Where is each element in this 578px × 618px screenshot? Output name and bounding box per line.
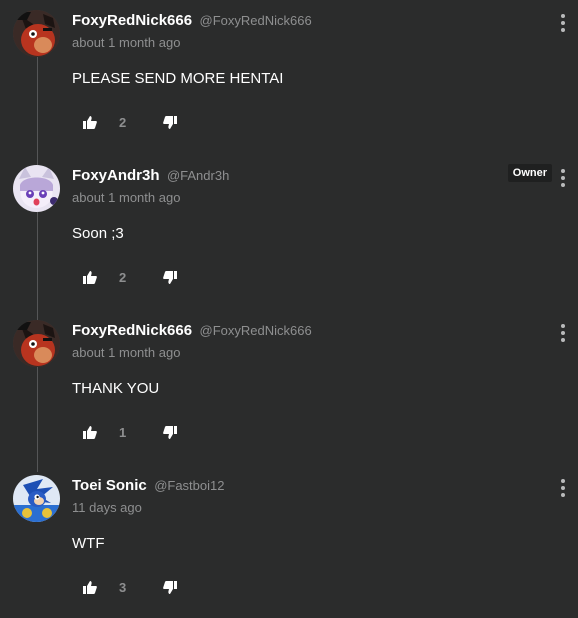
like-count: 1 [119,424,127,440]
timestamp[interactable]: about 1 month ago [72,190,180,205]
like-count: 2 [119,114,127,130]
timestamp[interactable]: 11 days ago [72,500,142,515]
comment: FoxyRedNick666 @FoxyRedNick666 about 1 m… [0,0,578,150]
author-name[interactable]: FoxyRedNick666 [72,322,192,339]
dislike-button[interactable] [160,112,180,132]
like-button[interactable] [80,577,100,597]
comment-actions: 2 [80,267,180,287]
dislike-button[interactable] [160,267,180,287]
author-name[interactable]: FoxyAndr3h [72,167,160,184]
more-menu-button[interactable] [559,479,567,497]
owner-badge: Owner [507,164,552,182]
author-handle[interactable]: @FAndr3h [167,168,229,183]
comment: FoxyRedNick666 @FoxyRedNick666 about 1 m… [0,310,578,460]
comment: FoxyAndr3h @FAndr3h about 1 month ago So… [0,155,578,305]
dislike-button[interactable] [160,577,180,597]
timestamp[interactable]: about 1 month ago [72,35,180,50]
comment-actions: 3 [80,577,180,597]
more-vertical-icon [561,324,565,328]
comment-text: WTF [72,535,105,552]
dislike-button[interactable] [160,422,180,442]
comment-text: PLEASE SEND MORE HENTAI [72,70,284,87]
like-button[interactable] [80,422,100,442]
thumbs-down-icon [163,270,177,284]
thumbs-up-icon [83,580,97,594]
more-menu-button[interactable] [559,324,567,342]
avatar[interactable] [13,475,60,522]
comment-actions: 2 [80,112,180,132]
avatar[interactable] [13,320,60,367]
more-vertical-icon [561,169,565,173]
author-name[interactable]: FoxyRedNick666 [72,12,192,29]
more-menu-button[interactable] [559,169,567,187]
thumbs-down-icon [163,115,177,129]
more-menu-button[interactable] [559,14,567,32]
like-button[interactable] [80,112,100,132]
thumbs-down-icon [163,580,177,594]
comment-actions: 1 [80,422,180,442]
comment-header: Toei Sonic @Fastboi12 [72,477,224,495]
author-name[interactable]: Toei Sonic [72,477,147,494]
thumbs-up-icon [83,425,97,439]
comment: Toei Sonic @Fastboi12 11 days ago WTF 3 [0,465,578,615]
like-count: 3 [119,579,127,595]
comment-header: FoxyRedNick666 @FoxyRedNick666 [72,12,312,30]
author-handle[interactable]: @Fastboi12 [154,478,224,493]
more-vertical-icon [561,14,565,18]
comment-header: FoxyRedNick666 @FoxyRedNick666 [72,322,312,340]
avatar[interactable] [13,10,60,57]
like-count: 2 [119,269,127,285]
like-button[interactable] [80,267,100,287]
avatar[interactable] [13,165,60,212]
author-handle[interactable]: @FoxyRedNick666 [200,13,312,28]
more-vertical-icon [561,479,565,483]
thumbs-up-icon [83,270,97,284]
thumbs-down-icon [163,425,177,439]
comment-text: Soon ;3 [72,225,124,242]
comment-thread: FoxyRedNick666 @FoxyRedNick666 about 1 m… [0,0,578,618]
comment-text: THANK YOU [72,380,160,397]
timestamp[interactable]: about 1 month ago [72,345,180,360]
thumbs-up-icon [83,115,97,129]
comment-header: FoxyAndr3h @FAndr3h [72,167,229,185]
author-handle[interactable]: @FoxyRedNick666 [200,323,312,338]
